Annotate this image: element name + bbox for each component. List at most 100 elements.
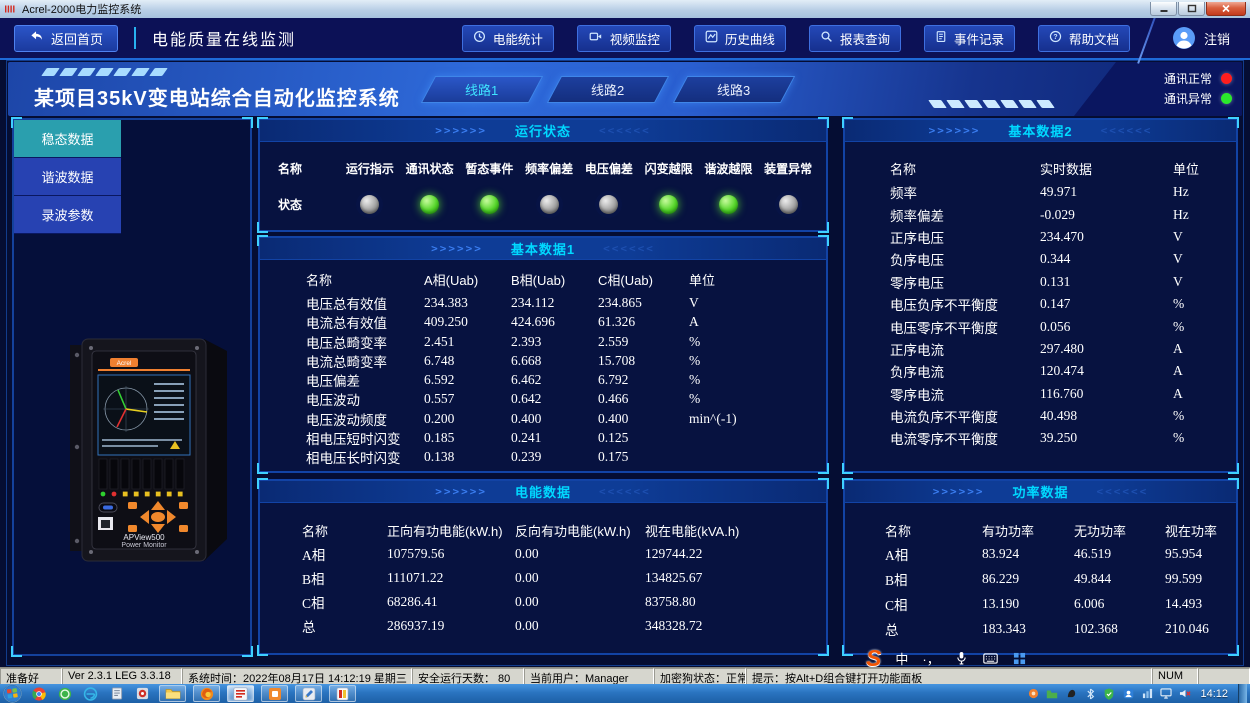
tray-folder-icon[interactable] (1045, 687, 1059, 701)
ime-punctuation-toggle[interactable]: ·， (922, 649, 939, 668)
table-cell: 2.451 (424, 334, 511, 350)
nav-button[interactable]: 事件记录 (924, 25, 1015, 52)
taskbar-app[interactable] (29, 685, 48, 702)
table-cell: 电压零序不平衡度 (890, 317, 1040, 337)
table-cell: B相 (302, 568, 387, 588)
table-row: 电压总畸变率 2.451 2.393 2.559 % (260, 332, 826, 351)
taskbar-app[interactable] (3, 685, 22, 702)
header-cell: 名称 (302, 521, 387, 540)
table-row: C相 13.190 6.006 14.493 (845, 591, 1236, 616)
taskbar-app[interactable] (193, 685, 220, 702)
back-icon (29, 30, 44, 46)
taskbar-app[interactable] (329, 685, 356, 702)
nav-button[interactable]: 视频监控 (577, 25, 671, 52)
header-cell: 有功功率 (982, 521, 1074, 540)
taskbar-app[interactable] (227, 685, 254, 702)
tray-blue-icon[interactable] (1121, 687, 1135, 701)
header-cell: 无功功率 (1074, 521, 1165, 540)
line-tab[interactable]: 线路1 (421, 76, 543, 103)
ime-menu-icon[interactable] (1012, 651, 1027, 666)
tray-monitor-icon[interactable] (1159, 687, 1173, 701)
sogou-logo-icon[interactable]: S (866, 647, 881, 670)
taskbar-clock[interactable]: 14:12 (1200, 688, 1228, 700)
taskbar-app[interactable] (159, 685, 186, 702)
sidebar-item[interactable]: 录波参数 (14, 196, 121, 234)
table-row: 零序电压 0.131 V (845, 271, 1236, 293)
ime-language-toggle[interactable]: 中 (895, 649, 908, 668)
taskbar-app[interactable] (107, 685, 126, 702)
tray-dark-icon[interactable] (1064, 687, 1078, 701)
taskbar-app[interactable] (133, 685, 152, 702)
table-cell: C相 (885, 594, 982, 614)
table-cell: 297.480 (1040, 341, 1173, 357)
nav-button[interactable]: 电能统计 (462, 25, 554, 52)
status-led-cell (639, 195, 699, 214)
panel-title: >>>>>> 基本数据2 <<<<<< (845, 120, 1236, 142)
table-cell: % (1173, 408, 1236, 424)
sidebar-item[interactable]: 稳态数据 (14, 120, 121, 158)
system-title: 某项目35kV变电站综合自动化监控系统 (34, 82, 400, 111)
table-cell: 电流总有效值 (306, 312, 424, 332)
taskbar-app[interactable] (55, 685, 74, 702)
status-led-cell (400, 195, 460, 214)
tray-orange-icon[interactable] (1026, 687, 1040, 701)
nav-button[interactable]: 历史曲线 (694, 25, 786, 52)
energy-data-panel: >>>>>> 电能数据 <<<<<< 名称正向有功电能(kW.h)反向有功电能(… (258, 479, 828, 655)
tray-audio-icon[interactable] (1178, 687, 1192, 701)
table-cell: 0.00 (515, 546, 645, 562)
sidebar-item[interactable]: 谐波数据 (14, 158, 121, 196)
status-ready: 准备好 (0, 668, 62, 685)
table-cell: 83.924 (982, 546, 1074, 562)
close-button[interactable] (1206, 2, 1246, 16)
table-cell: 2.559 (598, 334, 689, 350)
table-cell: 电流零序不平衡度 (890, 428, 1040, 448)
line-tab[interactable]: 线路2 (547, 76, 669, 103)
nav-button[interactable]: 报表查询 (809, 25, 901, 52)
status-dot (1221, 73, 1232, 84)
table-cell: 0.147 (1040, 296, 1173, 312)
tray-shield-icon[interactable] (1102, 687, 1116, 701)
orange-app-icon (268, 687, 282, 701)
status-led-cell (460, 195, 520, 214)
nav-button[interactable]: ? 帮助文档 (1038, 25, 1130, 52)
legend-row: 通讯异常 (1164, 88, 1232, 108)
logout-button[interactable]: 注销 (1172, 26, 1236, 50)
table-cell: 频率 (890, 182, 1040, 202)
table-cell: 0.241 (511, 430, 598, 446)
basic-data1-panel: >>>>>> 基本数据1 <<<<<< 名称A相(Uab)B相(Uab)C相(U… (258, 236, 828, 473)
back-home-button[interactable]: 返回首页 (14, 25, 118, 52)
keyboard-icon[interactable] (983, 651, 998, 666)
table-cell: 49.844 (1074, 571, 1165, 587)
table-cell: 102.368 (1074, 621, 1165, 637)
status-led-cell (519, 195, 579, 214)
table-row: 频率 49.971 Hz (845, 181, 1236, 203)
status-item-label: 闪变越限 (639, 160, 699, 177)
tray-bluetooth-icon[interactable] (1083, 687, 1097, 701)
taskbar-app[interactable] (295, 685, 322, 702)
header-banner: 某项目35kV变电站综合自动化监控系统 线路1 线路2 线路3 通讯正常 (8, 62, 1242, 116)
taskbar-app[interactable] (261, 685, 288, 702)
header-cell: 单位 (689, 270, 826, 289)
table-row: 负序电流 120.474 A (845, 360, 1236, 382)
table-cell: % (689, 391, 826, 407)
minimize-button[interactable] (1150, 2, 1177, 16)
table-cell: 234.383 (424, 295, 511, 311)
app-logo-icon (4, 3, 17, 16)
status-safe-days: 安全运行天数： 80 (412, 668, 524, 685)
tray-net-icon[interactable] (1140, 687, 1154, 701)
table-cell: 电压总畸变率 (306, 332, 424, 352)
taskbar-apps (3, 685, 356, 702)
table-cell: 424.696 (511, 314, 598, 330)
table-cell: 14.493 (1165, 596, 1236, 612)
status-num-lock: NUM (1152, 668, 1198, 685)
maximize-button[interactable] (1178, 2, 1205, 16)
table-cell: 0.557 (424, 391, 511, 407)
microphone-icon[interactable] (954, 651, 969, 666)
legend-row: 通讯正常 (1164, 68, 1232, 88)
table-cell: 0.400 (598, 411, 689, 427)
show-desktop-button[interactable] (1238, 684, 1247, 703)
taskbar-app[interactable] (81, 685, 100, 702)
line-tab[interactable]: 线路3 (673, 76, 795, 103)
table-row: C相 68286.41 0.00 83758.80 (260, 590, 826, 614)
table-cell: 正序电流 (890, 339, 1040, 359)
